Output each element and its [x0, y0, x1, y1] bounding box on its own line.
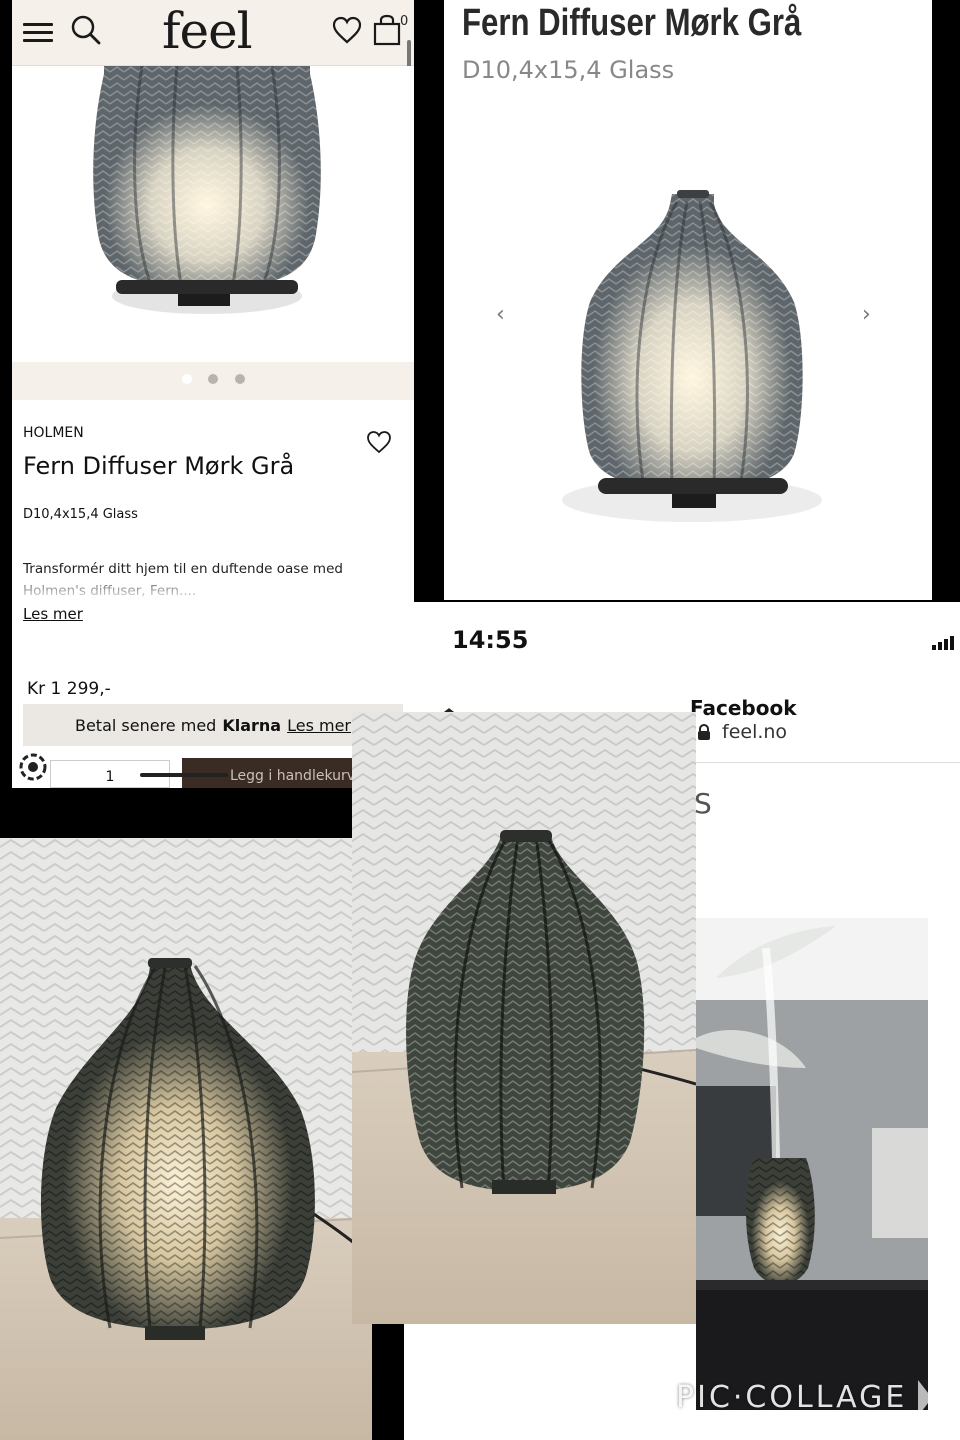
- shopping-bag-icon[interactable]: [372, 14, 402, 46]
- feel-app-screenshot: feel 0 HOLMEN Fern Diffuser Mørk Grå D10…: [12, 0, 414, 788]
- product-size: D10,4x15,4 Glass: [23, 507, 138, 522]
- home-photo-unlit: [352, 712, 696, 1324]
- home-indicator: [140, 773, 228, 777]
- heart-icon[interactable]: [332, 16, 362, 44]
- product-image[interactable]: [532, 182, 842, 532]
- pic-collage-watermark: PIC·COLLAGE: [676, 1380, 908, 1415]
- klarna-banner[interactable]: Betal senere med Klarna Les mer: [23, 704, 403, 746]
- klarna-brand: Klarna: [222, 715, 282, 735]
- read-more-link[interactable]: Les mer: [23, 605, 83, 623]
- product-page-screenshot: Fern Diffuser Mørk Grå D10,4x15,4 Glass …: [444, 0, 932, 600]
- carousel-dot[interactable]: [182, 374, 192, 384]
- carousel-dots: [12, 362, 414, 400]
- carousel-dot[interactable]: [235, 374, 245, 384]
- favorite-heart-icon[interactable]: [366, 430, 392, 454]
- brand-label[interactable]: HOLMEN: [23, 425, 84, 441]
- watermark-arrow-icon: [918, 1380, 932, 1416]
- cart-count: 0: [400, 14, 409, 29]
- lifestyle-photo: [696, 918, 928, 1410]
- klarna-prefix: Betal senere med: [74, 715, 217, 735]
- product-image[interactable]: [12, 66, 414, 366]
- product-title: Fern Diffuser Mørk Grå: [462, 2, 802, 44]
- lock-icon: [698, 724, 710, 740]
- menu-icon[interactable]: [23, 18, 53, 47]
- product-price: Kr 1 299,-: [27, 679, 111, 699]
- product-subtitle: D10,4x15,4 Glass: [462, 56, 675, 84]
- signal-icon: [932, 636, 954, 650]
- app-header: feel 0: [12, 0, 414, 66]
- search-icon[interactable]: [70, 14, 102, 46]
- previous-arrow-icon[interactable]: ‹: [496, 302, 505, 327]
- klarna-read-more-link[interactable]: Les mer: [287, 716, 351, 735]
- description-fade: [12, 580, 414, 602]
- site-title: Facebook: [690, 696, 797, 720]
- status-time: 14:55: [452, 626, 529, 654]
- product-title: Fern Diffuser Mørk Grå: [23, 452, 295, 480]
- carousel-dot[interactable]: [208, 374, 218, 384]
- feel-logo[interactable]: feel: [162, 2, 253, 60]
- url-text[interactable]: feel.no: [722, 721, 787, 743]
- home-photo-lit: [0, 838, 372, 1440]
- partial-heading: S: [694, 787, 712, 820]
- chat-icon[interactable]: [18, 752, 48, 782]
- next-arrow-icon[interactable]: ›: [862, 302, 871, 327]
